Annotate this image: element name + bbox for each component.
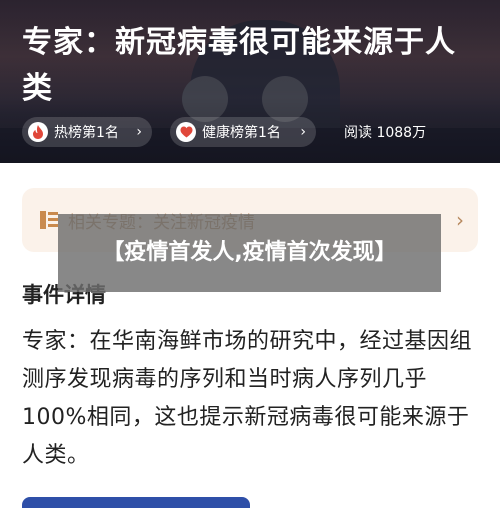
chevron-right-icon: ›: [136, 124, 142, 140]
headline-overlay: 【疫情首发人,疫情首次发现】: [58, 214, 441, 292]
health-rank-label: 健康榜第1名: [202, 125, 281, 141]
overlay-headline: 【疫情首发人,疫情首次发现】: [102, 240, 397, 265]
chevron-right-icon: ›: [300, 124, 306, 140]
read-count: 阅读 1088万: [344, 125, 427, 141]
health-rank-chip[interactable]: 健康榜第1名 ›: [170, 117, 316, 147]
fire-icon: [28, 122, 48, 142]
hero-banner: 专家：新冠病毒很可能来源于人类 热榜第1名 › 健康榜第1名 › 阅读 1088…: [0, 0, 500, 163]
list-icon: [40, 211, 58, 229]
chevron-right-icon: ›: [456, 208, 464, 232]
hot-rank-chip[interactable]: 热榜第1名 ›: [22, 117, 152, 147]
heart-icon: [176, 122, 196, 142]
event-detail-text: 专家：在华南海鲜市场的研究中，经过基因组测序发现病毒的序列和当时病人序列几乎10…: [22, 329, 473, 468]
hero-title: 专家：新冠病毒很可能来源于人类: [22, 25, 456, 106]
hot-rank-label: 热榜第1名: [54, 125, 119, 141]
next-card-preview[interactable]: [22, 497, 250, 508]
